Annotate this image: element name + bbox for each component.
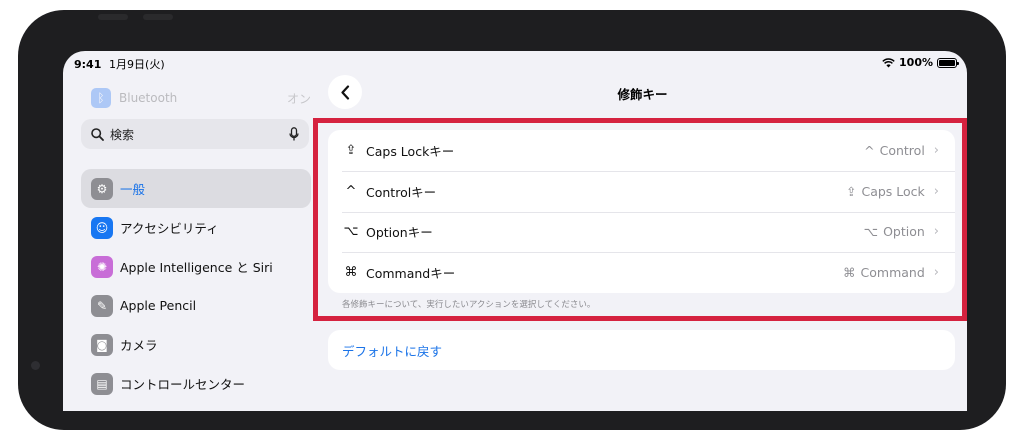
search-placeholder: 検索 [110, 127, 135, 142]
highlight-box [313, 118, 967, 321]
status-date: 1月9日(火) [109, 58, 165, 71]
wifi-icon [882, 57, 895, 67]
search-icon [91, 127, 104, 141]
sidebar-item-label: Apple Intelligence と Siri [120, 260, 273, 275]
control-center-icon: ▤ [91, 372, 113, 395]
restore-defaults-button[interactable]: デフォルトに戻す [328, 330, 955, 370]
bluetooth-status: オン [286, 91, 311, 106]
microphone-icon[interactable] [289, 126, 299, 142]
status-clock: 9:41 [74, 58, 102, 71]
sidebar-item-label: コントロールセンター [120, 377, 246, 392]
status-time: 9:41 1月9日(火) [74, 56, 165, 72]
sidebar-item-label: Apple Pencil [120, 298, 197, 313]
gear-icon: ⚙ [91, 177, 113, 200]
status-bar: 9:41 1月9日(火) 100% [63, 51, 967, 73]
accessibility-icon: ☺ [91, 216, 113, 239]
apple-intelligence-icon: ✺ [91, 255, 113, 278]
sidebar-item[interactable]: ✺ Apple Intelligence と Siri [81, 247, 311, 286]
sidebar-list: ⚙ 一般 ☺ アクセシビリティ ✺ Apple Intelligence と Siri ✎ A… [81, 169, 311, 403]
status-indicators: 100% [882, 56, 959, 69]
sidebar-item-bluetooth[interactable]: ᛒ Bluetooth オン [91, 87, 311, 109]
battery-level [939, 59, 955, 66]
battery-icon [937, 57, 959, 68]
sidebar-item[interactable]: ☺ アクセシビリティ [81, 208, 311, 247]
sidebar-item-label: アクセシビリティ [120, 221, 219, 236]
battery-percentage: 100% [899, 56, 933, 69]
sidebar-item-label: カメラ [120, 338, 158, 353]
sidebar-item[interactable]: ⚙ 一般 [81, 169, 311, 208]
bluetooth-icon: ᛒ [91, 88, 111, 108]
camera-icon: ◙ [91, 333, 113, 356]
bluetooth-label: Bluetooth [119, 91, 178, 105]
camera-dot [31, 361, 40, 370]
sidebar-item[interactable]: ◙ カメラ [81, 325, 311, 364]
sidebar-item[interactable]: ▤ コントロールセンター [81, 364, 311, 403]
search-field[interactable]: 検索 [81, 119, 309, 149]
sidebar-item[interactable]: ✎ Apple Pencil [81, 286, 311, 325]
sidebar: ᛒ Bluetooth オン 検索 ⚙ 一般 ☺ アクセシビリティ ✺ Apple Int… [73, 73, 318, 411]
sidebar-item-label: 一般 [120, 182, 146, 197]
pencil-icon: ✎ [91, 294, 113, 317]
volume-button [143, 14, 173, 20]
page-title: 修飾キー [617, 87, 668, 102]
volume-button [98, 14, 128, 20]
